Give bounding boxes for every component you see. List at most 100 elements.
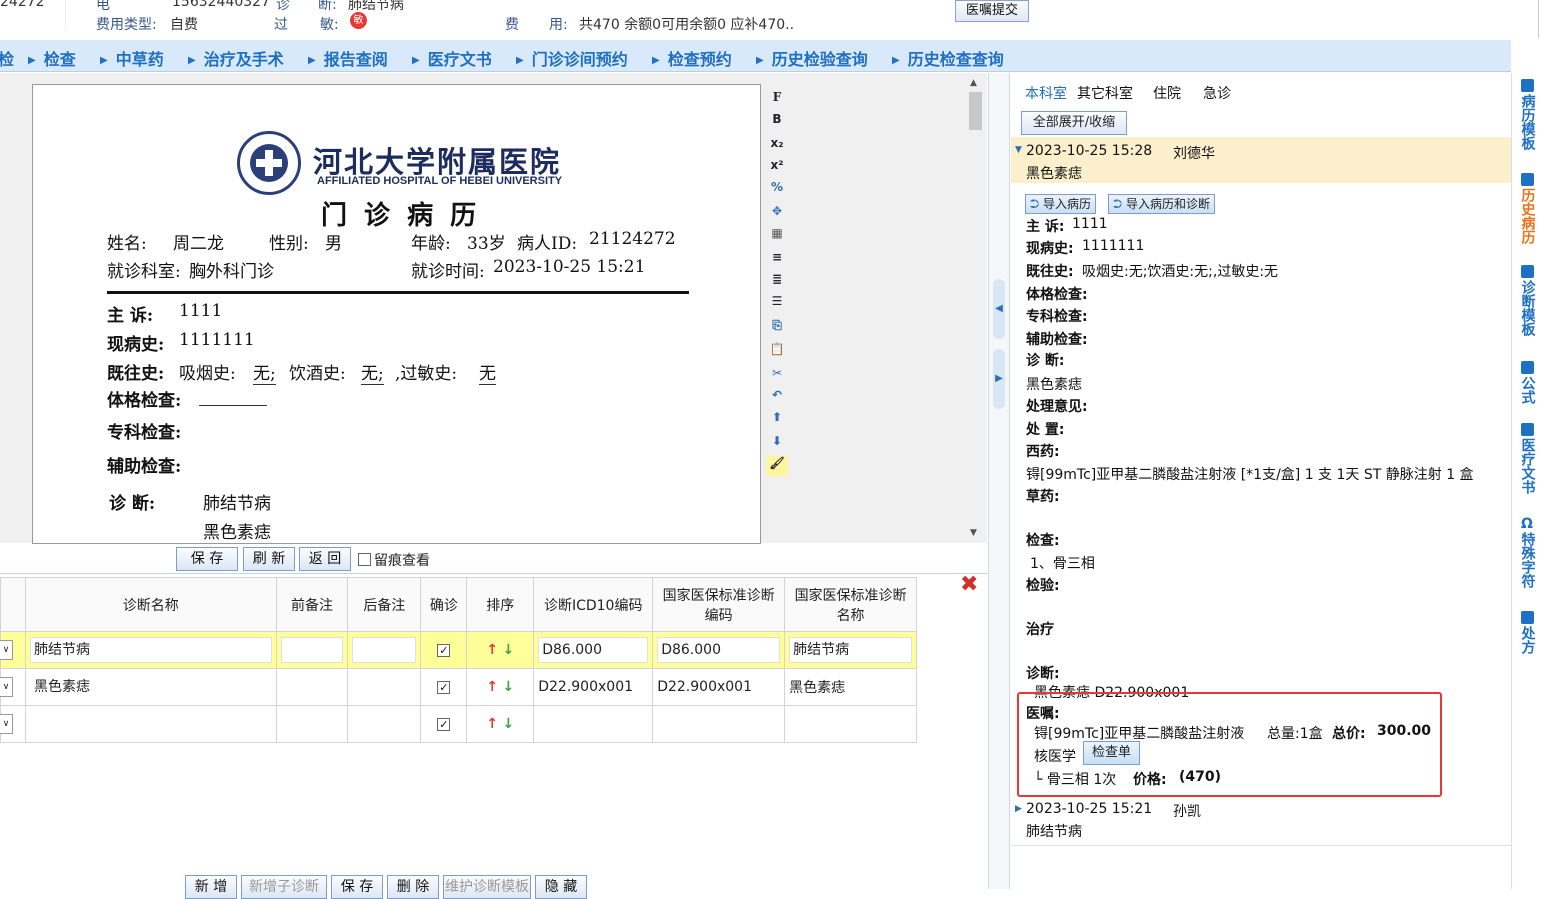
- tab-this-dept[interactable]: 本科室: [1025, 83, 1067, 103]
- trace-view-checkbox[interactable]: [358, 553, 371, 566]
- tab-other-dept[interactable]: 其它科室: [1077, 83, 1133, 103]
- move-down-arrow-icon[interactable]: ↓: [503, 679, 515, 695]
- tab-emergency[interactable]: 急诊: [1203, 83, 1231, 103]
- submit-order-button[interactable]: 医嘱提交: [955, 0, 1029, 22]
- post-note-cell[interactable]: [347, 668, 422, 706]
- row-dropdown[interactable]: ∨: [0, 705, 26, 743]
- sidebar-record-template[interactable]: 病历模板: [1512, 79, 1542, 154]
- nav-item-0[interactable]: 检: [0, 46, 14, 70]
- sidebar-medical-docs[interactable]: 医疗文书: [1512, 423, 1542, 498]
- move-icon[interactable]: ✥: [766, 204, 788, 224]
- align-center-icon[interactable]: ≣: [766, 272, 788, 292]
- post-note-input[interactable]: [352, 637, 417, 663]
- move-up-icon[interactable]: ⬆: [766, 410, 788, 430]
- expand-all-button[interactable]: 全部展开/收缩: [1021, 111, 1127, 135]
- record-2-time[interactable]: 2023-10-25 15:21: [1026, 801, 1152, 817]
- confirm-checkbox[interactable]: ✓: [437, 681, 451, 694]
- sidebar-special-chars[interactable]: Ω 特殊字符: [1512, 517, 1542, 592]
- nav-item-exam-appointment[interactable]: ▶ 检查预约: [652, 46, 732, 70]
- font-icon[interactable]: F: [766, 90, 788, 110]
- move-down-arrow-icon[interactable]: ↓: [503, 642, 515, 658]
- confirm-checkbox[interactable]: ✓: [437, 718, 451, 731]
- editor-scrollbar[interactable]: [968, 76, 984, 542]
- import-record-button[interactable]: ⮊ 导入病历: [1025, 194, 1096, 214]
- icd10-cell[interactable]: D22.900x001: [533, 668, 654, 706]
- collapse-right-icon[interactable]: ▶: [993, 349, 1005, 409]
- complaint-value[interactable]: 1111: [179, 301, 222, 321]
- table-icon[interactable]: ▦: [766, 226, 788, 246]
- national-name-cell[interactable]: [784, 705, 917, 743]
- nav-item-herbal[interactable]: ▶ 中草药: [100, 46, 164, 70]
- icd10-cell[interactable]: [533, 705, 654, 743]
- maintain-template-button[interactable]: 维护诊断模板: [443, 875, 531, 899]
- national-code-cell[interactable]: [652, 705, 786, 743]
- medical-record-document[interactable]: 河北大学附属医院 AFFILIATED HOSPITAL OF HEBEI UN…: [32, 84, 761, 544]
- smoke-value[interactable]: 无;: [253, 359, 276, 385]
- nav-item-report[interactable]: ▶ 报告查阅: [308, 46, 388, 70]
- confirm-checkbox[interactable]: ✓: [437, 644, 451, 657]
- table-row[interactable]: ∨ ✓ ↑ ↓: [0, 705, 917, 743]
- import-record-diagnosis-button[interactable]: ⮊ 导入病历和诊断: [1108, 194, 1215, 214]
- allergy-badge[interactable]: 敏: [350, 12, 367, 29]
- scroll-up-icon[interactable]: ▲: [970, 78, 977, 88]
- paste-icon[interactable]: 📋: [766, 342, 788, 362]
- physical-exam-field[interactable]: [199, 405, 267, 406]
- collapse-left-icon[interactable]: ◀: [993, 279, 1005, 339]
- close-icon[interactable]: ✖: [960, 572, 978, 597]
- national-code-cell[interactable]: D22.900x001: [652, 668, 786, 706]
- editor-scroll-thumb[interactable]: [969, 92, 982, 130]
- copy-icon[interactable]: ⎘: [766, 318, 788, 338]
- nav-item-appointment[interactable]: ▶ 门诊诊间预约: [516, 46, 628, 70]
- pre-note-cell[interactable]: [275, 668, 349, 706]
- national-name-input[interactable]: 肺结节病: [789, 637, 912, 663]
- post-note-cell[interactable]: [347, 705, 422, 743]
- diagnosis-1[interactable]: 肺结节病: [203, 489, 271, 514]
- undo-icon[interactable]: ↶: [766, 388, 788, 408]
- diagnosis-2[interactable]: 黑色素痣: [203, 518, 271, 543]
- present-illness-value[interactable]: 1111111: [179, 330, 255, 350]
- nav-item-check[interactable]: ▶ 检查: [28, 46, 76, 70]
- subscript-icon[interactable]: x₂: [766, 136, 788, 156]
- move-down-arrow-icon[interactable]: ↓: [503, 716, 515, 732]
- nav-item-documents[interactable]: ▶ 医疗文书: [412, 46, 492, 70]
- tab-inpatient[interactable]: 住院: [1153, 83, 1181, 103]
- diagnosis-name-input[interactable]: 黑色素痣: [29, 674, 272, 700]
- back-button[interactable]: 返 回: [299, 547, 351, 571]
- sidebar-prescription[interactable]: 处方: [1512, 611, 1542, 658]
- nav-item-history-lab[interactable]: ▶ 历史检验查询: [756, 46, 868, 70]
- drink-value[interactable]: 无;: [361, 359, 384, 385]
- hide-button[interactable]: 隐 藏: [535, 875, 587, 899]
- allergy-value[interactable]: 无: [479, 359, 496, 385]
- table-row[interactable]: ∨ 肺结节病 ✓ ↑ ↓ D86.000 D86.000 肺结节病: [0, 631, 917, 669]
- pre-note-cell[interactable]: [275, 705, 349, 743]
- national-code-input[interactable]: D86.000: [657, 637, 781, 663]
- move-up-arrow-icon[interactable]: ↑: [486, 679, 498, 695]
- nav-item-treatment[interactable]: ▶ 治疗及手术: [188, 46, 284, 70]
- diagnosis-name-input[interactable]: 肺结节病: [29, 637, 272, 663]
- cut-icon[interactable]: ✂: [766, 366, 788, 386]
- scroll-down-icon[interactable]: ▼: [970, 528, 977, 538]
- save-diagnosis-button[interactable]: 保 存: [331, 875, 383, 899]
- record-1-header[interactable]: ▼ 2023-10-25 15:28 刘德华 黑色素痣: [1011, 137, 1511, 183]
- diagnosis-name-cell[interactable]: [24, 705, 277, 743]
- national-name-cell[interactable]: 黑色素痣: [784, 668, 917, 706]
- bold-icon[interactable]: B: [766, 112, 788, 132]
- add-button[interactable]: 新 增: [185, 875, 237, 899]
- percent-icon[interactable]: %: [766, 180, 788, 200]
- row-dropdown[interactable]: ∨: [0, 668, 26, 706]
- move-up-arrow-icon[interactable]: ↑: [486, 642, 498, 658]
- sidebar-formula[interactable]: 公式: [1512, 361, 1542, 408]
- align-justify-icon[interactable]: ☰: [766, 294, 788, 314]
- format-painter-icon[interactable]: 🖌: [766, 456, 788, 476]
- delete-button[interactable]: 删 除: [387, 875, 439, 899]
- row-dropdown[interactable]: ∨: [0, 631, 26, 669]
- save-record-button[interactable]: 保 存: [176, 547, 238, 571]
- panel-splitter[interactable]: ◀ ▶: [988, 73, 1010, 889]
- move-down-icon[interactable]: ⬇: [766, 434, 788, 454]
- align-left-icon[interactable]: ≡: [766, 250, 788, 270]
- refresh-button[interactable]: 刷 新: [243, 547, 295, 571]
- icd10-input[interactable]: D86.000: [538, 637, 649, 663]
- sidebar-history-record[interactable]: 历史病历: [1512, 173, 1542, 248]
- pre-note-input[interactable]: [280, 637, 344, 663]
- move-up-arrow-icon[interactable]: ↑: [486, 716, 498, 732]
